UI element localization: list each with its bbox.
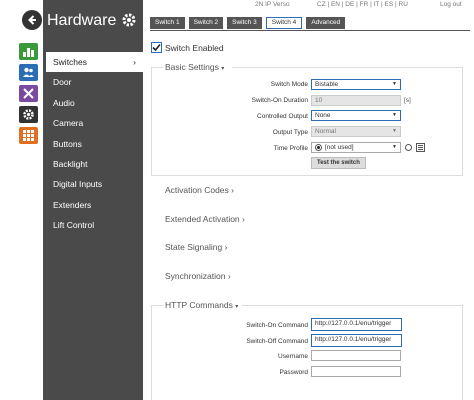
tab-switch-1[interactable]: Switch 1: [150, 17, 185, 29]
switch-on-command-input[interactable]: http://127.0.0.1/enu/trigger: [311, 318, 402, 331]
caret-down-icon: ▼: [392, 112, 397, 118]
language-selector[interactable]: CZ | EN | DE | FR | IT | ES | RU: [317, 1, 408, 8]
logout-link[interactable]: Log out: [440, 1, 462, 8]
chevron-right-icon: ›: [231, 185, 235, 195]
switch-on-duration-label: Switch-On Duration: [251, 97, 308, 104]
sidebar-item-switches[interactable]: Switches ›: [46, 52, 143, 73]
select-value: [not used]: [325, 144, 354, 151]
checkmark-icon: [152, 43, 161, 52]
output-type-label: Output Type: [272, 129, 308, 136]
system-section-button[interactable]: [19, 127, 38, 144]
sidebar-item-lift-control[interactable]: Lift Control: [43, 215, 143, 235]
hardware-section-button[interactable]: [19, 106, 38, 123]
profile-radio[interactable]: [405, 144, 412, 151]
sidebar-item-door[interactable]: Door: [43, 72, 143, 92]
extended-activation-section[interactable]: Extended Activation ›: [165, 214, 245, 224]
back-button[interactable]: [22, 10, 42, 30]
invert-profile-radio[interactable]: [315, 144, 322, 151]
activation-codes-section[interactable]: Activation Codes ›: [165, 185, 234, 195]
sidebar-title: Hardware: [47, 12, 117, 29]
caret-down-icon: ▼: [392, 81, 397, 87]
synchronization-section[interactable]: Synchronization ›: [165, 271, 231, 281]
users-icon: [23, 67, 34, 77]
sidebar-menu: Switches › Door Audio Camera Buttons Bac…: [43, 52, 143, 236]
sidebar-item-extenders[interactable]: Extenders: [43, 195, 143, 215]
switch-on-duration-input[interactable]: 10: [311, 95, 401, 106]
output-type-select[interactable]: Normal ▼: [311, 126, 401, 137]
tab-switch-3[interactable]: Switch 3: [227, 17, 262, 29]
sidebar-item-digital-inputs[interactable]: Digital Inputs: [43, 174, 143, 194]
switch-tabs: Switch 1 Switch 2 Switch 3 Switch 4 Adva…: [150, 17, 349, 30]
sidebar-item-camera[interactable]: Camera: [43, 113, 143, 133]
chevron-right-icon: ›: [224, 242, 228, 252]
select-value: Bistable: [315, 81, 339, 88]
switch-off-command-label: Switch-Off Command: [246, 338, 308, 345]
section-icon-bar: [0, 0, 43, 400]
select-value: Normal: [315, 128, 336, 135]
services-section-button[interactable]: [19, 85, 38, 102]
bar-chart-icon: [23, 48, 34, 57]
arrow-left-icon: [28, 15, 36, 25]
switch-mode-select[interactable]: Bistable ▼: [311, 79, 401, 90]
sidebar-item-audio[interactable]: Audio: [43, 93, 143, 113]
section-title: State Signaling: [165, 242, 223, 252]
chevron-right-icon: ›: [242, 214, 245, 224]
switch-enabled-checkbox[interactable]: [151, 42, 162, 53]
sidebar-item-label: Switches: [53, 57, 88, 67]
duration-unit: [s]: [404, 97, 411, 104]
controlled-output-select[interactable]: None ▼: [311, 110, 401, 121]
grid-icon: [23, 130, 34, 141]
state-signaling-section[interactable]: State Signaling ›: [165, 242, 227, 252]
tools-icon: [23, 88, 34, 99]
caret-down-icon: ▼: [392, 144, 397, 150]
controlled-output-label: Controlled Output: [257, 113, 308, 120]
tab-switch-4[interactable]: Switch 4: [265, 17, 303, 29]
switch-on-command-label: Switch-On Command: [246, 322, 308, 329]
chevron-right-icon: ›: [227, 271, 231, 281]
switch-enabled-label: Switch Enabled: [165, 43, 224, 53]
switch-mode-label: Switch Mode: [270, 81, 308, 88]
directory-section-button[interactable]: [19, 64, 38, 81]
calendar-icon[interactable]: [416, 143, 425, 152]
sidebar-item-buttons[interactable]: Buttons: [43, 134, 143, 154]
switch-off-command-input[interactable]: http://127.0.0.1/enu/trigger: [311, 334, 402, 347]
section-title: Extended Activation: [165, 214, 240, 224]
hardware-sidebar: Hardware Switches › Door Audio Camera Bu…: [43, 0, 143, 400]
device-model: 2N IP Verso: [255, 1, 290, 8]
username-label: Username: [278, 353, 308, 360]
test-switch-button[interactable]: Test the switch: [311, 157, 366, 169]
section-title: Activation Codes: [165, 185, 229, 195]
section-title: Synchronization: [165, 271, 226, 281]
status-section-button[interactable]: [19, 43, 38, 60]
tab-switch-2[interactable]: Switch 2: [188, 17, 224, 29]
time-profile-label: Time Profile: [273, 145, 308, 152]
password-input[interactable]: [311, 366, 401, 377]
time-profile-select[interactable]: [not used] ▼: [311, 142, 401, 153]
select-value: None: [315, 112, 331, 119]
tab-advanced[interactable]: Advanced: [306, 17, 346, 29]
username-input[interactable]: [311, 350, 401, 361]
tab-divider: [150, 30, 470, 31]
password-label: Password: [279, 369, 308, 376]
vertical-scrollbar[interactable]: [469, 30, 474, 400]
gear-icon: [23, 109, 34, 120]
caret-down-icon: ▼: [392, 128, 397, 134]
sidebar-item-backlight[interactable]: Backlight: [43, 154, 143, 174]
chevron-right-icon: ›: [133, 57, 136, 67]
gear-icon: [122, 13, 136, 27]
